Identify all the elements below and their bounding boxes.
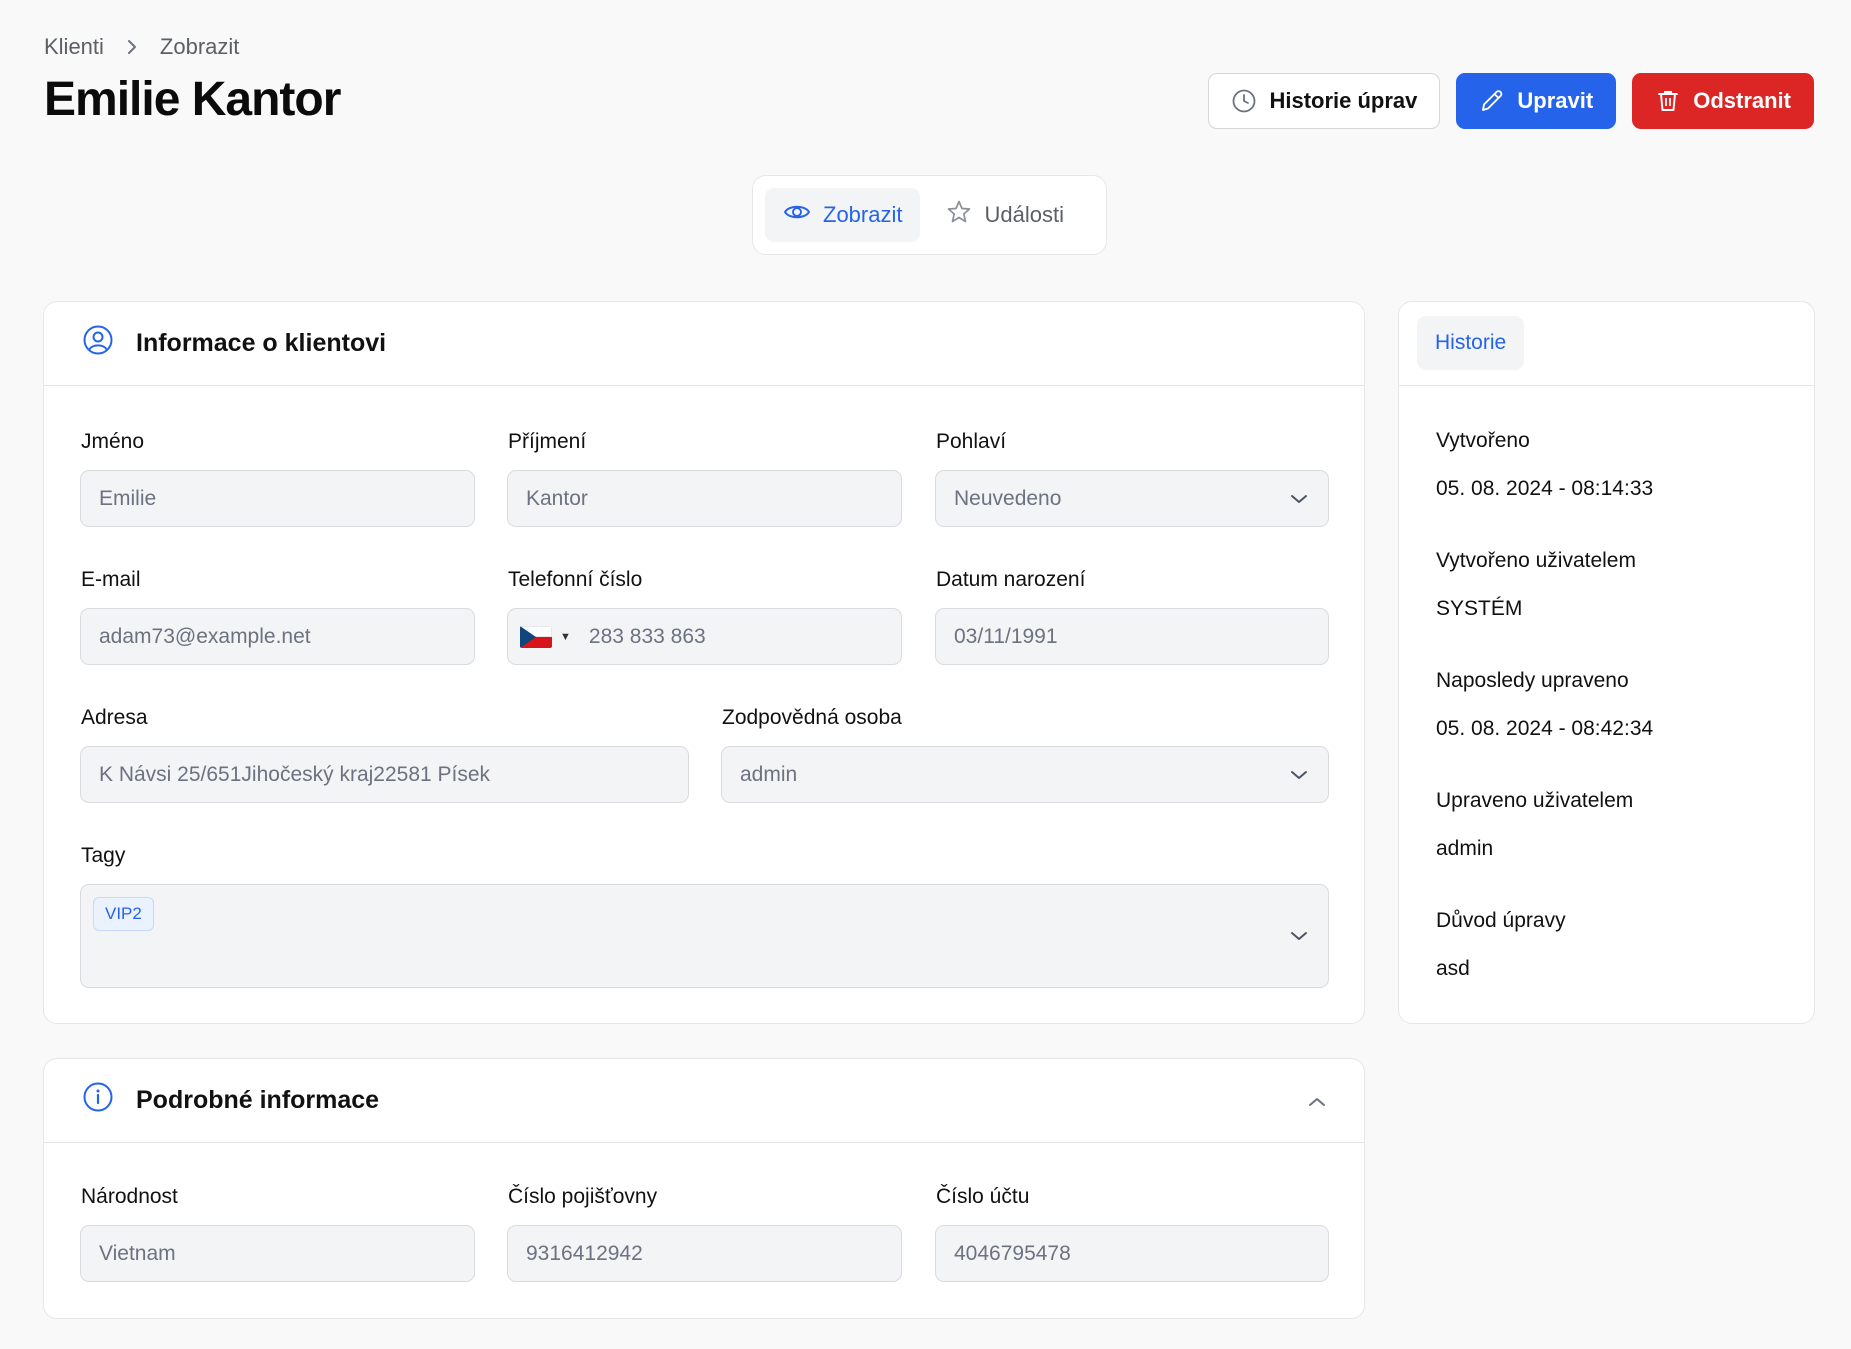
tab-view-label: Zobrazit: [823, 202, 903, 227]
insurance-label: Číslo pojišťovny: [508, 1185, 658, 1208]
tag-chip[interactable]: VIP2: [93, 897, 154, 931]
insurance-field[interactable]: 9316412942: [507, 1225, 902, 1282]
responsible-label: Zodpovědná osoba: [722, 706, 902, 729]
created-by-label: Vytvořeno uživatelem: [1436, 549, 1636, 572]
birth-date-label: Datum narození: [936, 568, 1086, 591]
chevron-down-icon: [1290, 763, 1308, 787]
delete-button-label: Odstranit: [1693, 88, 1791, 113]
breadcrumb: Klienti Zobrazit: [44, 34, 239, 60]
last-name-field[interactable]: Kantor: [507, 470, 902, 527]
eye-icon: [783, 201, 811, 229]
gender-select[interactable]: Neuvedeno: [935, 470, 1329, 527]
first-name-label: Jméno: [81, 430, 145, 453]
last-name-label: Příjmení: [508, 430, 587, 453]
edit-button[interactable]: Upravit: [1456, 73, 1617, 129]
country-caret-icon[interactable]: ▼: [560, 631, 571, 643]
delete-button[interactable]: Odstranit: [1632, 73, 1814, 129]
client-detail-page: Klienti Zobrazit Emilie Kantor Historie …: [0, 0, 1851, 1349]
chevron-down-icon: [1290, 929, 1308, 947]
nationality-label: Národnost: [81, 1185, 178, 1208]
account-label: Číslo účtu: [936, 1185, 1030, 1208]
history-button-label: Historie úprav: [1269, 88, 1418, 113]
view-tabs: Zobrazit Události: [752, 175, 1107, 255]
client-info-header: Informace o klientovi: [44, 302, 1364, 386]
birth-date-field[interactable]: 03/11/1991: [935, 608, 1329, 665]
details-header[interactable]: Podrobné informace: [44, 1059, 1364, 1143]
updated-label: Naposledy upraveno: [1436, 669, 1629, 692]
tags-select[interactable]: VIP2: [80, 884, 1329, 988]
history-panel-header: Historie: [1399, 302, 1814, 386]
insurance-value: 9316412942: [526, 1241, 643, 1265]
updated-value: 05. 08. 2024 - 08:42:34: [1436, 717, 1654, 740]
phone-label: Telefonní číslo: [508, 568, 643, 591]
czech-flag-icon[interactable]: [520, 625, 552, 648]
details-title: Podrobné informace: [136, 1086, 380, 1114]
chevron-up-icon[interactable]: [1308, 1086, 1326, 1115]
phone-field[interactable]: ▼ 283 833 863: [507, 608, 902, 665]
trash-icon: [1655, 88, 1681, 114]
address-field[interactable]: K Návsi 25/651Jihočeský kraj22581 Písek: [80, 746, 689, 803]
tab-events-label: Události: [984, 202, 1064, 227]
details-card: Podrobné informace Národnost Vietnam Čís…: [43, 1058, 1365, 1319]
email-value: adam73@example.net: [99, 624, 311, 648]
email-label: E-mail: [81, 568, 141, 591]
info-icon: [82, 1081, 114, 1120]
account-field[interactable]: 4046795478: [935, 1225, 1329, 1282]
phone-value: 283 833 863: [588, 624, 706, 648]
client-info-title: Informace o klientovi: [136, 329, 387, 357]
chevron-right-icon: [126, 39, 138, 55]
clock-icon: [1231, 88, 1257, 114]
first-name-field[interactable]: Emilie: [80, 470, 475, 527]
client-info-card: Informace o klientovi Jméno Emilie Příjm…: [43, 301, 1365, 1024]
user-circle-icon: [82, 324, 114, 363]
nationality-field[interactable]: Vietnam: [80, 1225, 475, 1282]
address-value: K Návsi 25/651Jihočeský kraj22581 Písek: [99, 762, 491, 786]
page-title: Emilie Kantor: [44, 73, 341, 126]
pencil-icon: [1479, 88, 1505, 114]
breadcrumb-current: Zobrazit: [159, 34, 240, 59]
reason-label: Důvod úpravy: [1436, 909, 1566, 932]
birth-date-value: 03/11/1991: [954, 624, 1058, 648]
created-value: 05. 08. 2024 - 08:14:33: [1436, 477, 1654, 500]
reason-value: asd: [1436, 957, 1470, 980]
tags-label: Tagy: [81, 844, 126, 867]
created-label: Vytvořeno: [1436, 429, 1530, 452]
created-by-value: SYSTÉM: [1436, 597, 1523, 620]
header-actions: Historie úprav Upravit Odstranit: [1208, 73, 1814, 129]
edit-button-label: Upravit: [1517, 88, 1594, 113]
history-panel: Historie Vytvořeno 05. 08. 2024 - 08:14:…: [1398, 301, 1815, 1024]
history-button[interactable]: Historie úprav: [1208, 73, 1441, 129]
gender-value: Neuvedeno: [954, 486, 1062, 510]
last-name-value: Kantor: [526, 486, 588, 510]
chevron-down-icon: [1290, 487, 1308, 511]
gender-label: Pohlaví: [936, 430, 1007, 453]
responsible-value: admin: [740, 762, 798, 786]
updated-by-value: admin: [1436, 837, 1494, 860]
nationality-value: Vietnam: [99, 1241, 176, 1265]
tab-events[interactable]: Události: [928, 188, 1081, 242]
star-icon: [946, 199, 972, 231]
updated-by-label: Upraveno uživatelem: [1436, 789, 1634, 812]
email-field[interactable]: adam73@example.net: [80, 608, 475, 665]
tab-view[interactable]: Zobrazit: [765, 188, 921, 242]
responsible-select[interactable]: admin: [721, 746, 1329, 803]
account-value: 4046795478: [954, 1241, 1071, 1265]
first-name-value: Emilie: [99, 486, 157, 510]
tab-history[interactable]: Historie: [1417, 316, 1525, 370]
address-label: Adresa: [81, 706, 148, 729]
breadcrumb-parent-link[interactable]: Klienti: [44, 34, 104, 60]
